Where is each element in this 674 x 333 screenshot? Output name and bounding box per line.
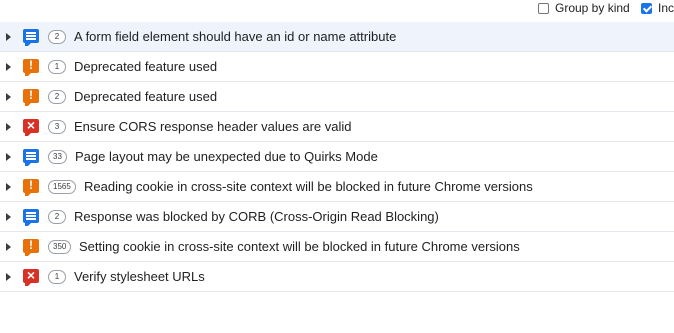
warning-icon	[23, 88, 39, 106]
issue-message: A form field element should have an id o…	[74, 29, 397, 44]
group-by-kind-checkbox[interactable]	[538, 2, 549, 14]
issue-count-badge: 33	[48, 150, 67, 164]
error-icon	[23, 268, 39, 286]
issue-row[interactable]: 2 Deprecated feature used	[0, 82, 674, 112]
issue-list: 2 A form field element should have an id …	[0, 22, 674, 292]
info-message-icon	[23, 29, 39, 46]
issue-row[interactable]: 350 Setting cookie in cross-site context …	[0, 232, 674, 262]
include-option[interactable]: Inc	[641, 0, 674, 16]
group-by-kind-option[interactable]: Group by kind	[538, 0, 630, 16]
expand-arrow-icon[interactable]	[6, 33, 11, 41]
issue-message: Deprecated feature used	[74, 59, 218, 74]
issues-toolbar: Group by kind Inc	[0, 0, 674, 18]
issue-message: Verify stylesheet URLs	[74, 269, 205, 284]
issue-row[interactable]: 1565 Reading cookie in cross-site context…	[0, 172, 674, 202]
expand-arrow-icon[interactable]	[6, 63, 11, 71]
issue-count-badge: 2	[48, 90, 66, 104]
issue-count-badge: 1	[48, 270, 66, 284]
expand-arrow-icon[interactable]	[6, 243, 11, 251]
expand-arrow-icon[interactable]	[6, 153, 11, 161]
include-label: Inc	[658, 1, 674, 15]
issue-row[interactable]: 1 Verify stylesheet URLs	[0, 262, 674, 292]
group-by-kind-label: Group by kind	[555, 1, 630, 15]
issue-count-badge: 1565	[48, 180, 76, 194]
issue-row[interactable]: 33 Page layout may be unexpected due to Q…	[0, 142, 674, 172]
expand-arrow-icon[interactable]	[6, 213, 11, 221]
expand-arrow-icon[interactable]	[6, 183, 11, 191]
issue-row[interactable]: 3 Ensure CORS response header values are …	[0, 112, 674, 142]
issue-count-badge: 2	[48, 210, 66, 224]
include-checkbox[interactable]	[641, 2, 652, 14]
issue-count-badge: 2	[48, 30, 66, 44]
warning-icon	[23, 178, 39, 196]
error-icon	[23, 118, 39, 136]
expand-arrow-icon[interactable]	[6, 93, 11, 101]
issue-count-badge: 1	[48, 60, 66, 74]
expand-arrow-icon[interactable]	[6, 123, 11, 131]
issue-row[interactable]: 2 A form field element should have an id …	[0, 22, 674, 52]
issue-row[interactable]: 2 Response was blocked by CORB (Cross-Ori…	[0, 202, 674, 232]
info-message-icon	[23, 149, 39, 166]
issue-message: Reading cookie in cross-site context wil…	[84, 179, 533, 194]
warning-icon	[23, 58, 39, 76]
issue-message: Setting cookie in cross-site context wil…	[79, 239, 520, 254]
issue-message: Deprecated feature used	[74, 89, 218, 104]
info-message-icon	[23, 209, 39, 226]
issue-row[interactable]: 1 Deprecated feature used	[0, 52, 674, 82]
issue-count-badge: 3	[48, 120, 66, 134]
issue-message: Response was blocked by CORB (Cross-Orig…	[74, 209, 439, 224]
issue-message: Page layout may be unexpected due to Qui…	[75, 149, 378, 164]
issue-message: Ensure CORS response header values are v…	[74, 119, 352, 134]
issue-count-badge: 350	[48, 240, 72, 254]
expand-arrow-icon[interactable]	[6, 273, 11, 281]
warning-icon	[23, 238, 39, 256]
